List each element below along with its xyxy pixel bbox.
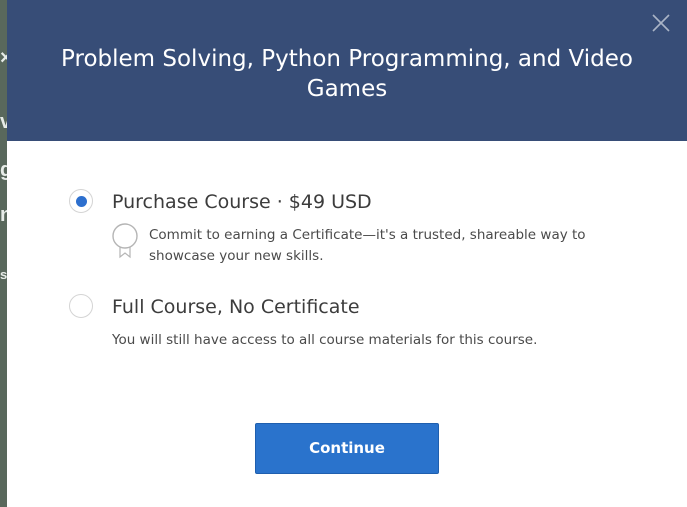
- modal-title: Problem Solving, Python Programming, and…: [61, 46, 633, 102]
- background-text-fragment: ×: [0, 48, 7, 68]
- option-description: Commit to earning a Certificate—it's a t…: [149, 227, 586, 264]
- background-text-fragment: v: [0, 112, 7, 132]
- close-icon: [652, 14, 670, 32]
- background-text-fragment: s: [0, 268, 7, 281]
- certificate-icon: [112, 223, 138, 259]
- option-label: Purchase Course · $49 USD: [112, 191, 372, 213]
- radio-full-course[interactable]: [69, 294, 93, 318]
- modal-header: Problem Solving, Python Programming, and…: [7, 0, 687, 141]
- option-label: Full Course, No Certificate: [112, 296, 360, 318]
- enrollment-modal: Problem Solving, Python Programming, and…: [7, 0, 687, 507]
- close-button[interactable]: [650, 12, 672, 34]
- background-text-fragment: g: [0, 160, 7, 180]
- background-text-fragment: n: [0, 205, 7, 225]
- background-page-edge: × v g n s: [0, 0, 7, 507]
- continue-button[interactable]: Continue: [255, 423, 439, 474]
- radio-purchase-course[interactable]: [69, 189, 93, 213]
- option-description: You will still have access to all course…: [112, 332, 538, 348]
